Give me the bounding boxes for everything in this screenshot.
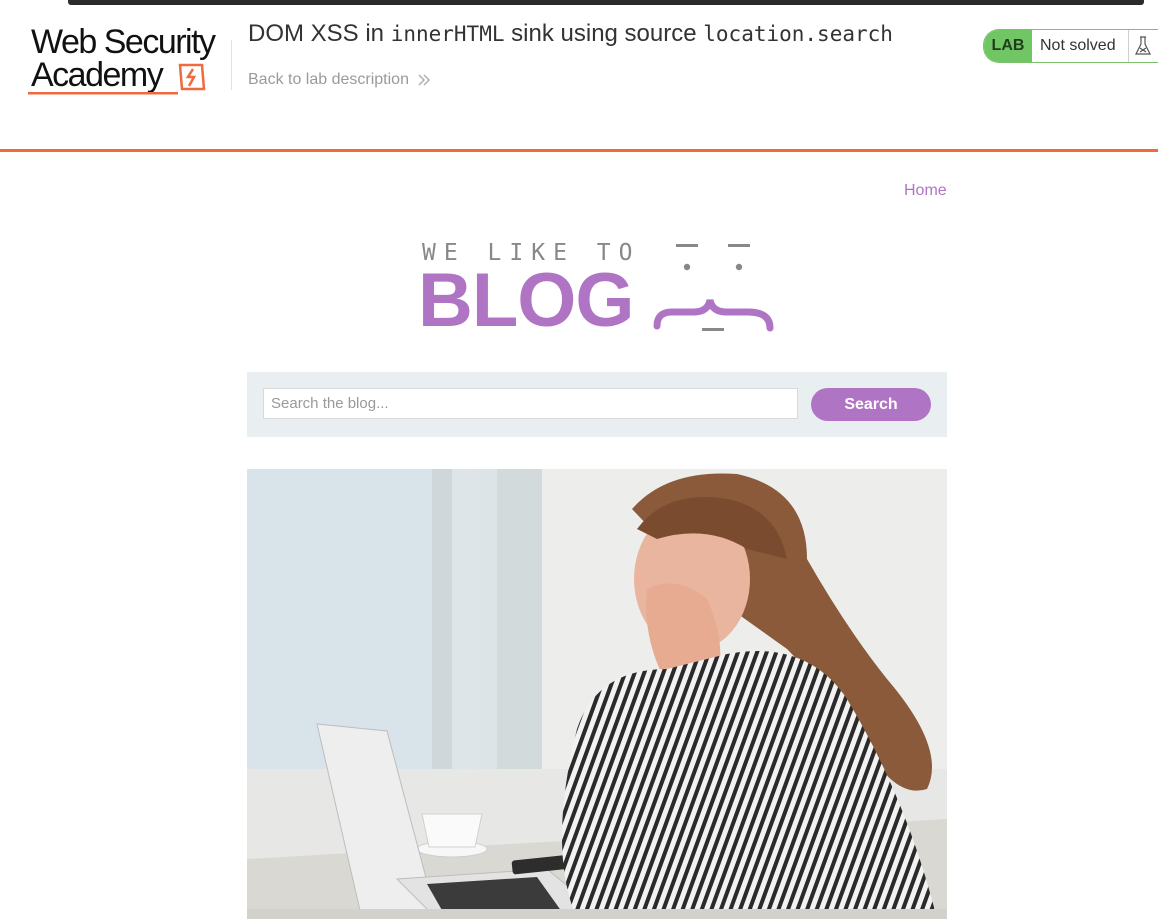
blog-post-image[interactable] [247,469,947,919]
header-orange-rule [0,149,1158,152]
blog-logo: WE LIKE TO BLOG [418,240,780,343]
search-input[interactable] [263,388,798,419]
lab-title: DOM XSS in innerHTML sink using source l… [248,20,893,48]
lab-title-mid: sink using source [504,20,704,47]
double-chevron-right-icon [418,74,431,86]
search-bar: Search [247,372,947,437]
lab-status-widget: LAB Not solved [983,29,1158,63]
lab-title-code-source: location.search [703,22,893,46]
logo-underline [28,92,178,95]
back-link-label: Back to lab description [248,71,409,88]
home-link[interactable]: Home [904,182,947,200]
logo-line2: Academy [31,56,164,94]
academy-lightning-icon [178,63,206,91]
blog-word: BLOG [418,258,635,343]
lab-title-code-sink: innerHTML [390,22,505,46]
flask-icon [1135,36,1151,55]
lab-status-text: Not solved [1040,37,1116,54]
header-divider [231,40,232,90]
lab-title-prefix: DOM XSS in [248,20,391,47]
back-to-lab-description-link[interactable]: Back to lab description [248,71,431,89]
web-security-academy-logo[interactable]: Web Security Academy [28,24,228,104]
search-button[interactable]: Search [811,388,931,421]
curly-brace-face-icon [653,244,774,332]
woman-shocked-at-laptop-photo-icon [247,469,947,919]
lab-badge: LAB [984,30,1032,62]
logo-line1: Web Security [31,23,216,61]
flask-icon-box [1128,30,1157,62]
